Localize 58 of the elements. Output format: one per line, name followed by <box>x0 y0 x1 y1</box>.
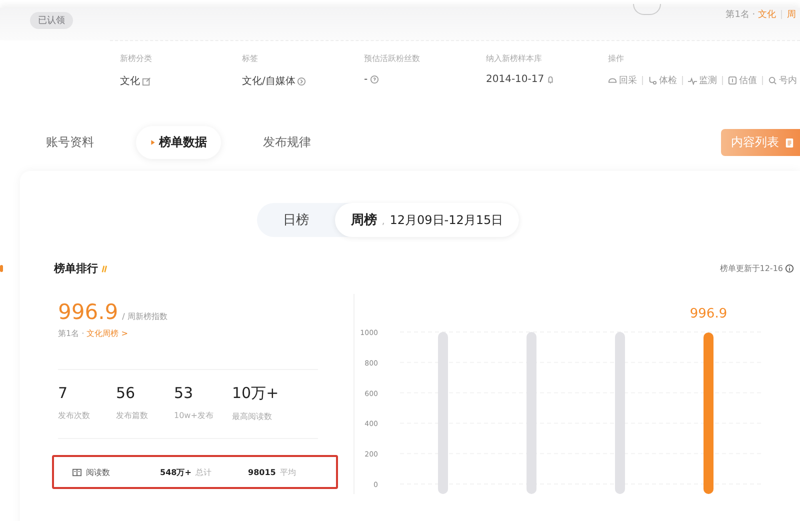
action-link[interactable]: 体检 <box>648 74 677 87</box>
tab[interactable]: 榜单数据 <box>136 126 221 159</box>
pulse-icon <box>688 76 697 85</box>
metric-total: 548万+ <box>160 466 192 478</box>
search-icon <box>768 76 777 85</box>
field-value: 2014-10-17 <box>486 74 544 85</box>
column-label: 标签 <box>242 53 259 64</box>
rank-text: 第1名 · <box>726 10 756 20</box>
index-label: / 周新榜指数 <box>122 311 168 322</box>
action-link[interactable]: 回采 <box>608 74 637 87</box>
stat-value: 7 <box>58 384 69 402</box>
field-value: 文化 <box>120 74 140 88</box>
update-time: 榜单更新于12-16 <box>720 263 783 274</box>
tab[interactable]: 发布规律 <box>243 126 331 159</box>
period-option[interactable]: 日榜 <box>256 203 335 237</box>
data-label: 996.9 <box>690 306 728 322</box>
field-value: - <box>364 74 368 85</box>
stat-value: 53 <box>174 384 194 402</box>
rank-link[interactable]: 周 <box>787 10 796 20</box>
claimed-badge: 已认领 <box>30 12 73 29</box>
action-link[interactable]: 估值 <box>728 74 757 87</box>
info-icon <box>785 264 794 273</box>
rank-link[interactable]: 文化 <box>758 10 776 20</box>
metric-label: 阅读数 <box>86 466 110 478</box>
action-link[interactable]: 监测 <box>688 74 717 87</box>
edit-icon <box>142 76 151 86</box>
index-value: 996.9 <box>58 300 118 324</box>
column-label: 纳入新榜样本库 <box>486 53 543 64</box>
action-link[interactable]: 号内 <box>768 74 797 87</box>
content-list-button[interactable]: 内容列表 <box>721 129 800 156</box>
arrow-circle-icon <box>297 76 306 86</box>
book-icon <box>72 468 82 476</box>
double-slash-icon <box>100 264 108 272</box>
rank-link[interactable]: 文化周榜 > <box>86 329 128 338</box>
stat-label: 10w+发布 <box>174 410 214 421</box>
stethoscope-icon <box>648 76 657 85</box>
period-option[interactable]: 周榜 , 12月09日-12月15日 <box>334 203 520 237</box>
metric-caption: 总计 <box>195 466 212 478</box>
bell-icon <box>546 75 556 84</box>
stat-label: 发布篇数 <box>116 410 149 421</box>
section-title: 榜单排行 <box>54 261 98 276</box>
stat-value: 56 <box>116 384 136 402</box>
separator-mark: , <box>382 217 385 227</box>
stat-value: 10万+ <box>232 384 280 403</box>
stat-label: 最高阅读数 <box>232 411 273 422</box>
rank-text: 第1名 · <box>58 329 86 338</box>
triangle-icon <box>150 139 156 146</box>
column-label: 操作 <box>608 53 625 64</box>
column-label: 新榜分类 <box>120 53 153 64</box>
stat-label: 发布次数 <box>58 410 91 421</box>
metric-average: 98015 <box>248 468 276 476</box>
document-icon <box>785 138 794 148</box>
field-value: 文化/自媒体 <box>242 74 296 88</box>
metric-caption: 平均 <box>280 466 296 478</box>
accent-mark <box>0 265 3 272</box>
tab[interactable]: 账号资料 <box>26 126 114 159</box>
help-icon <box>370 75 379 84</box>
column-label: 预估活跃粉丝数 <box>364 53 421 64</box>
